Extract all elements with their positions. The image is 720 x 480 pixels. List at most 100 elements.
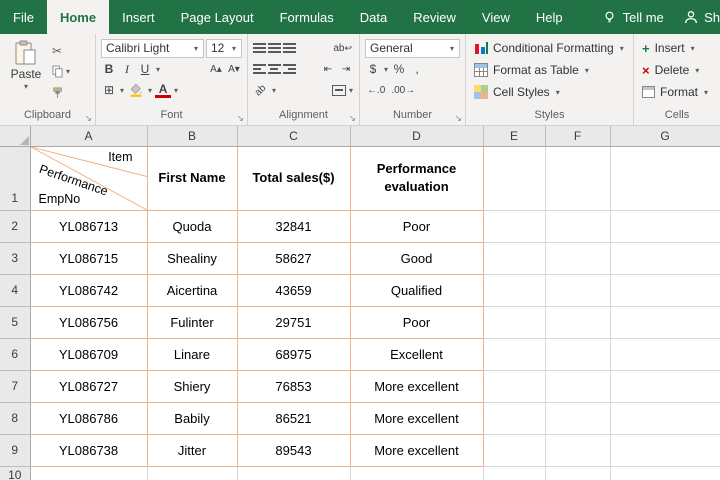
empty-cell[interactable] — [610, 466, 720, 480]
empty-cell[interactable] — [545, 146, 611, 211]
cell-B1-header[interactable]: First Name — [146, 145, 238, 211]
font-color-caret-icon[interactable]: ▾ — [174, 86, 178, 95]
italic-button[interactable]: I — [119, 60, 135, 78]
cell-total-sales[interactable]: 68975 — [236, 337, 351, 371]
fill-color-caret-icon[interactable]: ▾ — [148, 86, 152, 95]
row-header[interactable]: 8 — [0, 402, 31, 435]
currency-caret-icon[interactable]: ▾ — [384, 65, 388, 74]
insert-cells-button[interactable]: + Insert ▾ — [637, 37, 717, 59]
cell-empno[interactable]: YL086738 — [29, 433, 148, 467]
cell-evaluation[interactable]: More excellent — [349, 401, 484, 435]
tab-review[interactable]: Review — [400, 0, 469, 34]
cell-total-sales[interactable]: 86521 — [236, 401, 351, 435]
empty-cell[interactable] — [483, 306, 546, 339]
col-header-F[interactable]: F — [545, 126, 611, 147]
row-header[interactable]: 9 — [0, 434, 31, 467]
cell-first-name[interactable]: Aicertina — [146, 273, 238, 307]
cell-evaluation[interactable]: Good — [349, 241, 484, 275]
row-header[interactable]: 2 — [0, 210, 31, 243]
delete-cells-button[interactable]: × Delete ▾ — [637, 59, 717, 81]
cell-total-sales[interactable]: 89543 — [236, 433, 351, 467]
empty-cell[interactable] — [545, 434, 611, 467]
empty-cell[interactable] — [483, 274, 546, 307]
empty-cell[interactable] — [545, 370, 611, 403]
row-header[interactable]: 4 — [0, 274, 31, 307]
cell-empno[interactable]: YL086742 — [29, 273, 148, 307]
cell-C1-header[interactable]: Total sales($) — [236, 145, 351, 211]
empty-cell[interactable] — [545, 338, 611, 371]
font-name-select[interactable]: Calibri Light ▾ — [101, 38, 204, 58]
empty-cell[interactable] — [350, 466, 484, 480]
cell-empno[interactable]: YL086709 — [29, 337, 148, 371]
row-header[interactable]: 7 — [0, 370, 31, 403]
decrease-decimal-button[interactable]: .00→ — [389, 81, 417, 99]
copy-button[interactable]: ▾ — [49, 62, 74, 81]
empty-cell[interactable] — [545, 306, 611, 339]
empty-cell[interactable] — [483, 434, 546, 467]
tell-me-box[interactable]: Tell me — [592, 0, 674, 34]
empty-cell[interactable] — [610, 370, 720, 403]
empty-cell[interactable] — [610, 338, 720, 371]
cell-empno[interactable]: YL086756 — [29, 305, 148, 339]
cell-first-name[interactable]: Jitter — [146, 433, 238, 467]
cell-empno[interactable]: YL086713 — [29, 209, 148, 243]
align-left-button[interactable] — [253, 64, 266, 74]
empty-cell[interactable] — [483, 338, 546, 371]
cell-A1-diagonal-header[interactable]: Item Performance EmpNo — [29, 145, 148, 211]
cell-evaluation[interactable]: More excellent — [349, 433, 484, 467]
cell-first-name[interactable]: Quoda — [146, 209, 238, 243]
col-header-C[interactable]: C — [237, 126, 351, 147]
borders-button[interactable]: ⊞ — [101, 81, 117, 99]
decrease-font-size-button[interactable]: A▾ — [226, 60, 242, 78]
tab-page-layout[interactable]: Page Layout — [168, 0, 267, 34]
percent-style-button[interactable]: % — [391, 60, 407, 78]
cell-total-sales[interactable]: 43659 — [236, 273, 351, 307]
tab-formulas[interactable]: Formulas — [267, 0, 347, 34]
empty-cell[interactable] — [483, 146, 546, 211]
empty-cell[interactable] — [610, 402, 720, 435]
cell-empno[interactable]: YL086727 — [29, 369, 148, 403]
row-header-10[interactable]: 10 — [0, 466, 31, 480]
align-center-button[interactable] — [268, 64, 281, 74]
format-cells-button[interactable]: Format ▾ — [637, 81, 717, 103]
empty-cell[interactable] — [545, 466, 611, 480]
format-as-table-button[interactable]: Format as Table ▾ — [469, 59, 630, 81]
cell-total-sales[interactable]: 58627 — [236, 241, 351, 275]
row-header[interactable]: 5 — [0, 306, 31, 339]
increase-decimal-button[interactable]: ←.0 — [365, 81, 387, 99]
select-all-corner[interactable] — [0, 126, 31, 147]
decrease-indent-button[interactable]: ⇤ — [320, 60, 336, 78]
cell-first-name[interactable]: Shiery — [146, 369, 238, 403]
col-header-A[interactable]: A — [30, 126, 148, 147]
cell-evaluation[interactable]: More excellent — [349, 369, 484, 403]
cell-evaluation[interactable]: Excellent — [349, 337, 484, 371]
format-painter-button[interactable] — [49, 83, 74, 102]
tab-home[interactable]: Home — [46, 0, 110, 34]
empty-cell[interactable] — [610, 146, 720, 211]
merge-center-button[interactable] — [331, 84, 346, 96]
orientation-button[interactable]: ab — [253, 81, 269, 99]
empty-cell[interactable] — [30, 466, 148, 480]
increase-font-size-button[interactable]: A▴ — [208, 60, 224, 78]
row-header[interactable]: 6 — [0, 338, 31, 371]
cell-evaluation[interactable]: Poor — [349, 305, 484, 339]
empty-cell[interactable] — [545, 210, 611, 243]
empty-cell[interactable] — [610, 306, 720, 339]
cell-evaluation[interactable]: Poor — [349, 209, 484, 243]
align-bottom-button[interactable] — [283, 43, 296, 53]
cell-first-name[interactable]: Shealiny — [146, 241, 238, 275]
cell-first-name[interactable]: Linare — [146, 337, 238, 371]
row-header[interactable]: 3 — [0, 242, 31, 275]
cell-total-sales[interactable]: 76853 — [236, 369, 351, 403]
tab-help[interactable]: Help — [523, 0, 576, 34]
empty-cell[interactable] — [483, 466, 546, 480]
empty-cell[interactable] — [483, 370, 546, 403]
number-dialog-launcher-icon[interactable]: ↘ — [454, 114, 462, 123]
col-header-G[interactable]: G — [610, 126, 720, 147]
underline-button[interactable]: U — [137, 60, 153, 78]
number-format-select[interactable]: General ▾ — [365, 38, 460, 58]
cut-button[interactable]: ✂ — [49, 41, 74, 60]
align-top-button[interactable] — [253, 43, 266, 53]
underline-caret-icon[interactable]: ▾ — [156, 65, 160, 74]
cell-empno[interactable]: YL086786 — [29, 401, 148, 435]
